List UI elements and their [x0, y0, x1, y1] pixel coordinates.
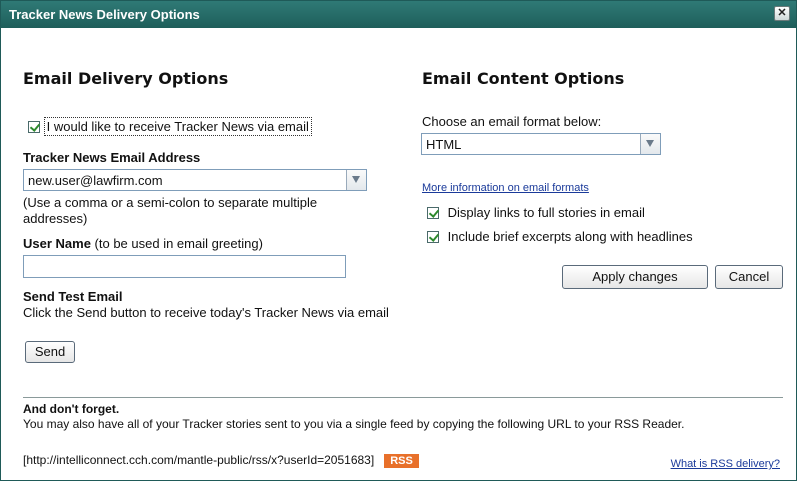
chevron-down-icon[interactable] [346, 170, 366, 190]
send-test-heading: Send Test Email [23, 289, 123, 304]
email-format-value: HTML [426, 137, 462, 152]
rss-url-row: [http://intelliconnect.cch.com/mantle-pu… [23, 453, 419, 468]
format-prompt: Choose an email format below: [422, 114, 602, 129]
receive-email-option[interactable]: I would like to receive Tracker News via… [28, 117, 312, 136]
footer-divider [23, 397, 783, 398]
email-format-info-link-wrap: More information on email formats [422, 179, 589, 194]
option-links-label[interactable]: Display links to full stories in email [448, 205, 645, 220]
footer-heading: And don't forget. [23, 402, 120, 416]
username-label-row: User Name (to be used in email greeting) [23, 236, 263, 251]
apply-changes-button[interactable]: Apply changes [562, 265, 708, 289]
receive-email-label[interactable]: I would like to receive Tracker News via… [43, 117, 312, 136]
dialog-title: Tracker News Delivery Options [9, 7, 200, 22]
email-address-hint: (Use a comma or a semi-colon to separate… [23, 195, 318, 226]
title-bar: Tracker News Delivery Options ✕ [1, 1, 796, 28]
close-icon[interactable]: ✕ [774, 6, 790, 21]
send-button[interactable]: Send [25, 341, 75, 363]
username-input[interactable] [23, 255, 346, 278]
send-test-text: Click the Send button to receive today's… [23, 305, 389, 320]
email-address-value: new.user@lawfirm.com [28, 173, 163, 188]
cancel-button[interactable]: Cancel [715, 265, 783, 289]
delivery-options-dialog: Tracker News Delivery Options ✕ Email De… [0, 0, 797, 481]
email-address-label: Tracker News Email Address [23, 150, 201, 165]
rss-help-link[interactable]: What is RSS delivery? [671, 458, 780, 470]
rss-url: [http://intelliconnect.cch.com/mantle-pu… [23, 453, 375, 467]
rss-badge-icon[interactable]: RSS [384, 454, 419, 468]
email-delivery-heading: Email Delivery Options [23, 69, 229, 88]
email-format-dropdown[interactable]: HTML [421, 133, 661, 155]
option-links-row[interactable]: Display links to full stories in email [427, 205, 645, 220]
option-links-checkbox[interactable] [427, 207, 439, 219]
footer-text: You may also have all of your Tracker st… [23, 417, 685, 431]
option-excerpts-checkbox[interactable] [427, 231, 439, 243]
username-hint: (to be used in email greeting) [90, 236, 263, 251]
receive-email-checkbox[interactable] [28, 121, 40, 133]
chevron-down-icon[interactable] [640, 134, 660, 154]
rss-help-link-wrap: What is RSS delivery? [671, 455, 780, 470]
email-format-info-link[interactable]: More information on email formats [422, 182, 589, 194]
email-content-heading: Email Content Options [422, 69, 625, 88]
option-excerpts-label[interactable]: Include brief excerpts along with headli… [448, 229, 693, 244]
username-label: User Name [23, 236, 91, 251]
option-excerpts-row[interactable]: Include brief excerpts along with headli… [427, 229, 693, 244]
email-address-dropdown[interactable]: new.user@lawfirm.com [23, 169, 367, 191]
